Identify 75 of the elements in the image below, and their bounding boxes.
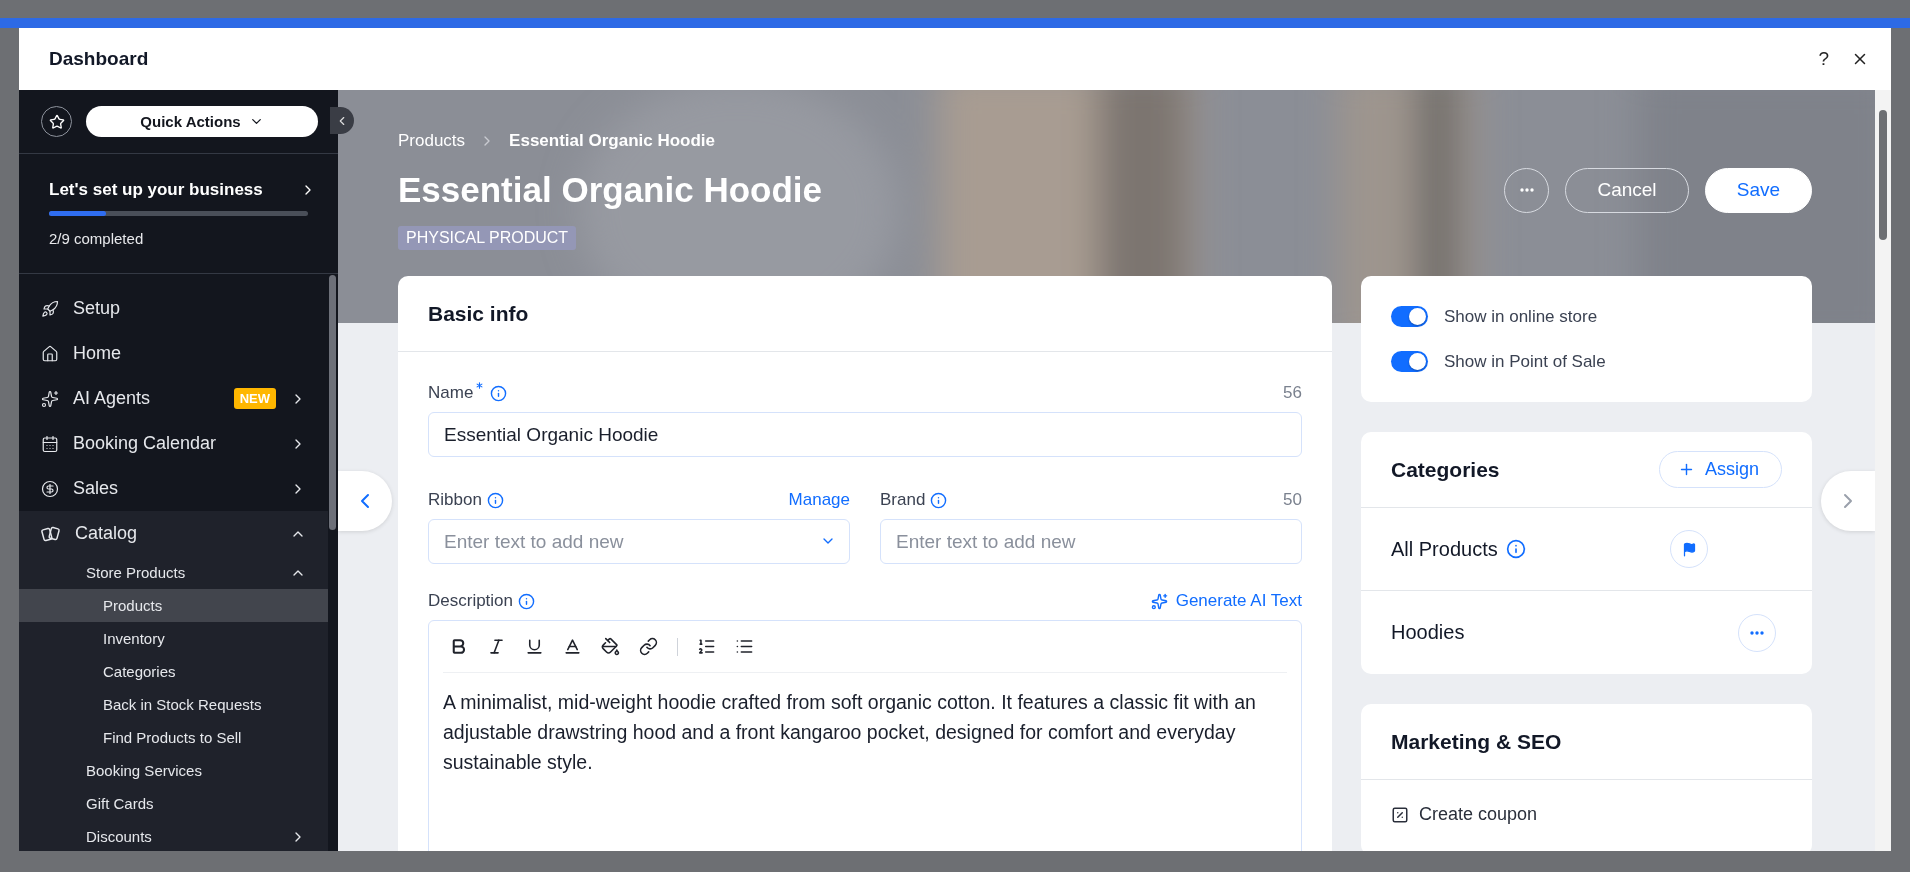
sidebar-item[interactable]: Home: [19, 331, 328, 376]
sidebar-item[interactable]: Gift Cards: [19, 787, 328, 820]
sidebar-item[interactable]: Catalog: [19, 511, 328, 556]
ribbon-dropdown[interactable]: Enter text to add new: [428, 519, 850, 564]
sidebar-item[interactable]: Booking Services: [19, 754, 328, 787]
setup-link[interactable]: Let's set up your business: [49, 180, 316, 200]
description-editor[interactable]: [428, 620, 1302, 851]
card-title: Basic info: [428, 301, 529, 326]
field-label: Description: [428, 591, 514, 611]
field-label: Brand: [880, 490, 926, 510]
page-title: Essential Organic Hoodie: [398, 170, 823, 210]
info-icon[interactable]: [490, 384, 508, 402]
text-color-icon[interactable]: [563, 637, 582, 656]
underline-icon[interactable]: [525, 637, 544, 656]
sparkles-icon: [41, 389, 59, 408]
toggle-label: Show in Point of Sale: [1444, 351, 1606, 372]
category-name: Hoodies: [1391, 621, 1465, 644]
field-label: Ribbon: [428, 490, 482, 510]
italic-icon[interactable]: [487, 637, 506, 656]
link-icon[interactable]: [639, 637, 658, 656]
sidebar-item[interactable]: Discounts: [19, 820, 328, 851]
card-title: Marketing & SEO: [1391, 729, 1562, 754]
scrollbar[interactable]: [1875, 90, 1891, 851]
toggle-switch[interactable]: [1391, 306, 1428, 327]
numbered-list-icon[interactable]: [697, 637, 716, 656]
sidebar-item[interactable]: Setup: [19, 286, 328, 331]
sidebar-item[interactable]: Find Products to Sell: [19, 721, 328, 754]
sidebar-item[interactable]: Back in Stock Requests: [19, 688, 328, 721]
sparkles-icon: [1150, 592, 1168, 610]
sidebar-item[interactable]: Booking Calendar: [19, 421, 328, 466]
help-button[interactable]: ?: [1818, 48, 1829, 70]
generate-ai-link[interactable]: Generate AI Text: [1150, 591, 1302, 611]
star-icon: [48, 113, 65, 130]
bullet-list-icon[interactable]: [735, 637, 754, 656]
cards-icon: [41, 524, 61, 543]
sidebar-item[interactable]: AI Agents NEW: [19, 376, 328, 421]
sidebar-item[interactable]: Sales: [19, 466, 328, 511]
home-icon: [41, 344, 59, 363]
card-title: Categories: [1391, 457, 1500, 482]
ellipsis-icon: [1519, 188, 1534, 192]
flag-icon: [1681, 541, 1697, 557]
ellipsis-icon: [1750, 630, 1764, 635]
info-icon[interactable]: [930, 491, 948, 509]
brand-input[interactable]: Enter text to add new: [880, 519, 1302, 564]
calendar-icon: [41, 434, 59, 453]
toggle-label: Show in online store: [1444, 306, 1598, 327]
name-input[interactable]: Essential Organic Hoodie: [428, 412, 1302, 457]
progress-text: 2/9 completed: [49, 230, 145, 247]
new-badge: NEW: [233, 388, 276, 409]
create-coupon-link[interactable]: Create coupon: [1391, 780, 1782, 851]
highlight-icon[interactable]: [601, 637, 620, 656]
toggle-switch[interactable]: [1391, 351, 1428, 372]
dollar-icon: [41, 479, 59, 498]
scrollbar[interactable]: [329, 275, 336, 530]
assign-button[interactable]: Assign: [1658, 451, 1782, 488]
info-icon[interactable]: [518, 592, 536, 610]
rocket-icon: [41, 299, 59, 318]
quick-actions-button[interactable]: Quick Actions: [86, 106, 318, 137]
collapse-button[interactable]: [330, 107, 354, 134]
char-counter: 56: [1283, 383, 1302, 403]
flag-button[interactable]: [1670, 530, 1708, 568]
window-title: Dashboard: [49, 48, 150, 70]
char-counter: 50: [1283, 490, 1302, 510]
sidebar-item[interactable]: Categories: [19, 655, 328, 688]
info-icon[interactable]: [1505, 539, 1526, 559]
description-text: A minimalist, mid-weight hoodie crafted from soft organic cotton. It features a classic fit with an adjustable drawstring hood and a front kangaroo pocket, designed for comfort and everyday sustainable style.: [443, 690, 1257, 775]
sidebar-item[interactable]: Store Products: [19, 556, 328, 589]
category-name: All Products: [1391, 537, 1498, 561]
sidebar-item[interactable]: Products: [19, 589, 328, 622]
sidebar-item[interactable]: Inventory: [19, 622, 328, 655]
field-label: Name: [428, 383, 474, 403]
info-icon[interactable]: [486, 491, 504, 509]
manage-link[interactable]: Manage: [788, 490, 850, 510]
coupon-icon: [1391, 805, 1409, 824]
product-type-tag: PHYSICAL PRODUCT: [398, 226, 577, 250]
